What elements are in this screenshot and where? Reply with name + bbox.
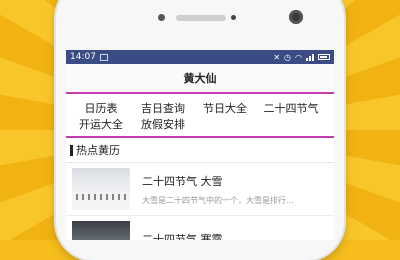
status-bar: 14:07 ✕ ◷ ◠ [66, 50, 334, 64]
news-thumbnail [72, 168, 130, 210]
phone-top-bezel [56, 0, 344, 42]
notification-icon [99, 53, 108, 61]
news-text: 二十四节气 寒露 [142, 231, 223, 240]
proximity-sensor-icon [231, 15, 236, 20]
page-title: 黄大仙 [183, 72, 217, 85]
menu-item-festivals[interactable]: 节日大全 [194, 100, 256, 116]
list-item[interactable]: 二十四节气 寒露 [66, 216, 334, 240]
news-title: 二十四节气 寒露 [142, 233, 223, 240]
category-menu: 日历表 吉日查询 节日大全 二十四节气 开运大全 放假安排 [66, 94, 334, 138]
status-time: 14:07 [70, 52, 96, 62]
app-title-bar: 黄大仙 [66, 64, 334, 94]
status-icons: ✕ ◷ ◠ [273, 53, 330, 62]
section-header: 热点黄历 [66, 138, 334, 163]
menu-item-solar-terms[interactable]: 二十四节气 [256, 100, 326, 116]
menu-item-calendar[interactable]: 日历表 [70, 100, 132, 116]
sensor-icon [158, 14, 165, 21]
news-summary: 大雪是二十四节气中的一个，大雪是排行... [142, 195, 294, 205]
signal-icon [306, 53, 314, 61]
phone-screen: 14:07 ✕ ◷ ◠ 黄大仙 日历表 吉日查询 节日大全 二十四节气 开运大全… [66, 50, 334, 240]
news-thumbnail [72, 221, 130, 240]
alarm-icon: ◷ [284, 52, 292, 62]
battery-icon [318, 54, 330, 60]
vibrate-icon: ✕ [273, 52, 281, 62]
section-title: 热点黄历 [76, 144, 120, 157]
front-camera-icon [289, 10, 303, 24]
menu-item-fortune[interactable]: 开运大全 [70, 116, 132, 132]
menu-row-1: 日历表 吉日查询 节日大全 二十四节气 [70, 100, 334, 116]
section-marker [70, 144, 73, 156]
list-item[interactable]: 二十四节气 大雪 大雪是二十四节气中的一个，大雪是排行... [66, 163, 334, 216]
news-text: 二十四节气 大雪 大雪是二十四节气中的一个，大雪是排行... [142, 173, 294, 206]
menu-item-holidays[interactable]: 放假安排 [132, 116, 194, 132]
thumbnail-trees [76, 194, 126, 200]
news-title: 二十四节气 大雪 [142, 174, 223, 188]
speaker-grille [176, 15, 226, 21]
menu-item-lucky-day-search[interactable]: 吉日查询 [132, 100, 194, 116]
menu-row-2: 开运大全 放假安排 [70, 116, 334, 132]
wifi-icon: ◠ [295, 52, 302, 62]
